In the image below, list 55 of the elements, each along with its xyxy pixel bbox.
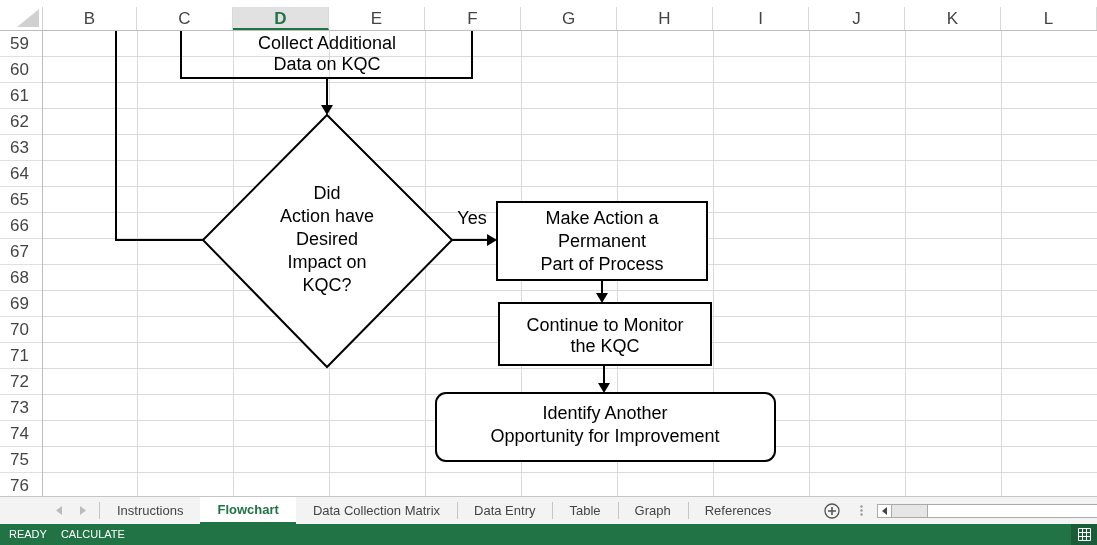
column-header[interactable]: L — [1001, 7, 1097, 30]
row-header[interactable]: 70 — [0, 317, 42, 343]
scroll-left-icon[interactable] — [56, 506, 62, 515]
sheet-tab[interactable]: Graph — [617, 497, 688, 524]
row-header[interactable]: 65 — [0, 187, 42, 213]
row-header[interactable]: 74 — [0, 421, 42, 447]
box-label: Identify Another Opportunity for Improvement — [490, 403, 720, 446]
scroll-left-icon — [882, 506, 888, 515]
column-header[interactable]: G — [521, 7, 617, 30]
row-header[interactable]: 73 — [0, 395, 42, 421]
sheet-tab[interactable]: Table — [552, 497, 618, 524]
row-header[interactable]: 71 — [0, 343, 42, 369]
row-header[interactable]: 69 — [0, 291, 42, 317]
select-all-icon[interactable] — [17, 9, 39, 27]
scrollbar-track[interactable] — [877, 503, 1097, 518]
row-header[interactable]: 64 — [0, 161, 42, 187]
sheet-tab[interactable]: Flowchart — [200, 497, 296, 524]
status-text: CALCULATE — [60, 527, 125, 543]
arrow — [598, 364, 610, 393]
scroll-right-icon[interactable] — [80, 506, 86, 515]
column-header[interactable]: I — [713, 7, 809, 30]
box-label: Collect Additional Data on KQC — [257, 33, 397, 74]
box-label: Did Action have Desired Impact on KQC? — [279, 183, 375, 295]
add-sheet-icon[interactable] — [824, 502, 841, 519]
scrollbar-thumb[interactable] — [892, 504, 929, 517]
column-header[interactable]: K — [905, 7, 1001, 30]
row-header[interactable]: 75 — [0, 447, 42, 473]
more-icon[interactable] — [860, 505, 864, 516]
normal-view-icon[interactable] — [1077, 528, 1091, 541]
branch-label: Yes — [457, 208, 487, 228]
column-header[interactable]: F — [425, 7, 521, 30]
column-header[interactable]: D — [233, 7, 329, 30]
column-header[interactable]: J — [809, 7, 905, 30]
column-header[interactable]: H — [617, 7, 713, 30]
row-header[interactable]: 61 — [0, 83, 42, 109]
box-label: Make Action a Permanent Part of Process — [540, 208, 664, 274]
arrow — [451, 234, 497, 246]
row-header[interactable]: 66 — [0, 213, 42, 239]
status-text: READY — [9, 527, 47, 543]
row-header[interactable]: 72 — [0, 369, 42, 395]
row-header[interactable]: 63 — [0, 135, 42, 161]
column-header[interactable]: B — [43, 7, 137, 30]
arrow — [321, 77, 333, 115]
sheet-tab[interactable]: Data Entry — [457, 497, 553, 524]
column-header[interactable]: E — [329, 7, 425, 30]
arrow — [596, 279, 608, 303]
row-header[interactable]: 68 — [0, 265, 42, 291]
row-header[interactable]: 60 — [0, 57, 42, 83]
sheet-tab[interactable]: Instructions — [100, 497, 201, 524]
sheet-tab[interactable]: References — [687, 497, 789, 524]
box-label: Continue to Monitor the KQC — [526, 315, 684, 356]
row-header[interactable]: 59 — [0, 31, 42, 57]
row-header[interactable]: 62 — [0, 109, 42, 135]
row-header[interactable]: 67 — [0, 239, 42, 265]
sheet-tab[interactable]: Data Collection Matrix — [295, 497, 458, 524]
